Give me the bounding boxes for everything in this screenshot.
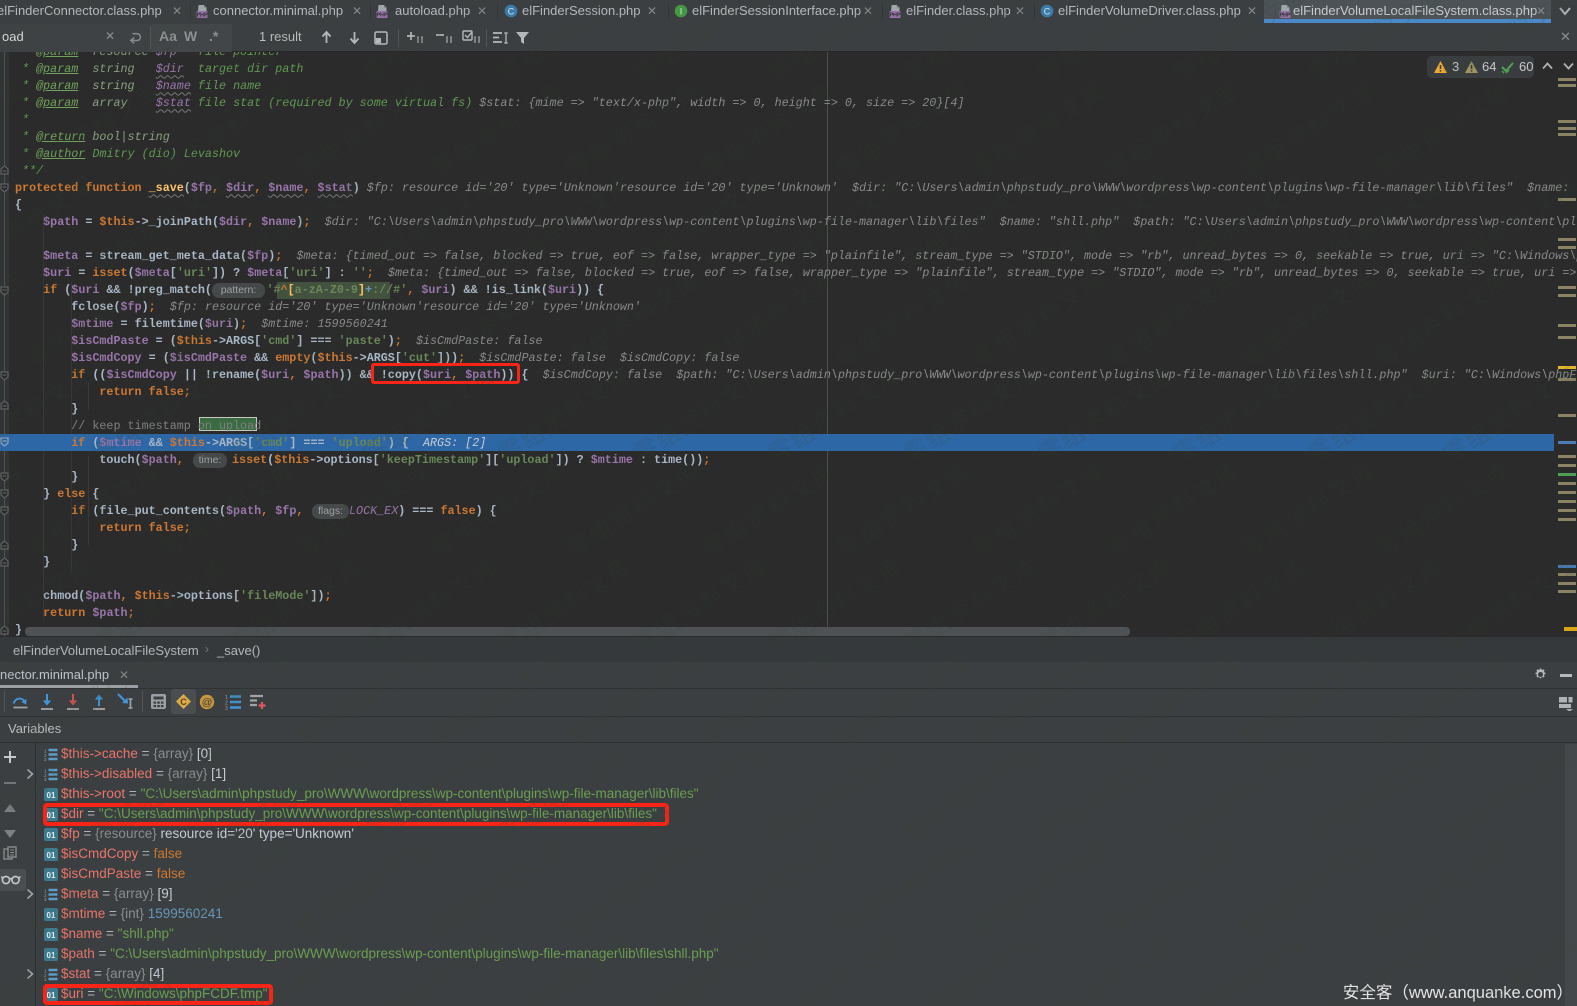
svg-text:C: C [180, 697, 187, 707]
svg-text:01: 01 [47, 911, 56, 920]
svg-text:01: 01 [47, 931, 56, 940]
svg-text:01: 01 [47, 951, 56, 960]
svg-text:C: C [508, 6, 515, 16]
svg-text:01: 01 [47, 831, 56, 840]
svg-text:01: 01 [47, 871, 56, 880]
svg-text:PHP: PHP [889, 13, 900, 19]
svg-text:I: I [680, 6, 683, 16]
svg-text:PHP: PHP [196, 13, 207, 19]
svg-text:3: 3 [225, 706, 228, 710]
svg-text:C: C [1044, 6, 1051, 16]
svg-text:3: 3 [44, 897, 47, 901]
svg-text:01: 01 [47, 791, 56, 800]
svg-text:@: @ [202, 697, 213, 709]
svg-text:3: 3 [44, 777, 47, 781]
svg-text:PHP: PHP [376, 13, 387, 19]
svg-text:01: 01 [47, 851, 56, 860]
svg-text:3: 3 [44, 977, 47, 981]
svg-text:PHP: PHP [1279, 13, 1290, 19]
svg-text:3: 3 [44, 757, 47, 761]
